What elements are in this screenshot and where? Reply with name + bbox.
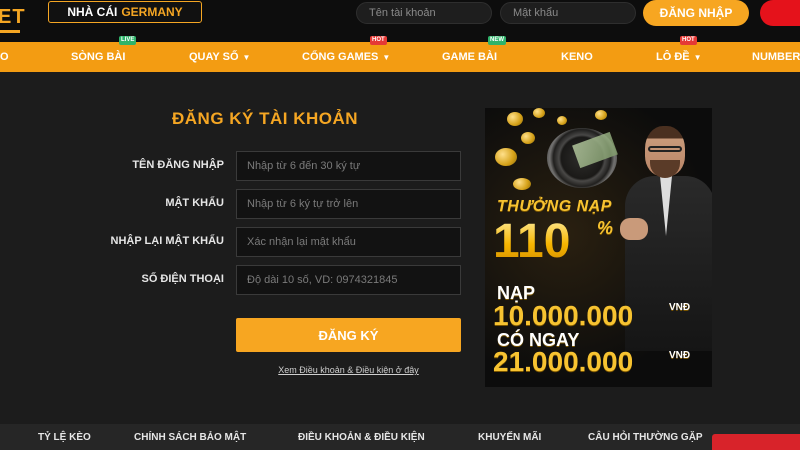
- promo-banner[interactable]: THƯỞNG NẠP 110 % NẠP 10.000.000 VNĐ CÓ N…: [485, 108, 712, 387]
- logo-underline: [0, 30, 20, 33]
- promo-percent: 110: [493, 215, 571, 268]
- nav-item-label: KENO: [561, 51, 593, 63]
- promo-currency: VNĐ: [669, 350, 691, 361]
- nav-item-label: QUAY SỐ: [189, 51, 239, 63]
- nav-item-quay-so[interactable]: QUAY SỐ ▼: [189, 42, 250, 72]
- nav-item-lo-de[interactable]: LÔ ĐỀ ▼ HOT: [656, 36, 702, 72]
- hot-badge: HOT: [680, 36, 697, 45]
- nav-item-partial[interactable]: O: [0, 42, 9, 72]
- new-badge: NEW: [488, 36, 506, 45]
- nav-item-song-bai[interactable]: SÒNG BÀI LIVE: [71, 36, 137, 72]
- register-form-title: ĐĂNG KÝ TÀI KHOẢN: [172, 109, 359, 128]
- nav-item-label: O: [0, 51, 9, 63]
- login-button-label: ĐĂNG NHẬP: [659, 6, 733, 20]
- register-submit-label: ĐĂNG KÝ: [318, 327, 379, 343]
- username-input[interactable]: [236, 151, 461, 181]
- logo-text: ET: [0, 6, 26, 28]
- chevron-down-icon: ▼: [693, 52, 702, 62]
- confirm-password-label: NHẬP LẠI MẬT KHẨU: [110, 235, 224, 247]
- nav-item-keno[interactable]: KENO: [561, 42, 593, 72]
- header-register-button[interactable]: [760, 0, 800, 26]
- register-submit-button[interactable]: ĐĂNG KÝ: [236, 318, 461, 352]
- nav-item-label: NUMBER: [752, 51, 800, 63]
- promo-currency: VNĐ: [669, 302, 691, 313]
- phone-input[interactable]: [236, 265, 461, 295]
- password-label: MẬT KHẨU: [165, 197, 224, 209]
- login-button[interactable]: ĐĂNG NHẬP: [643, 0, 749, 26]
- footer-link-faq[interactable]: CÂU HỎI THƯỜNG GẶP: [588, 432, 703, 443]
- footer-link-privacy[interactable]: CHÍNH SÁCH BẢO MẬT: [134, 432, 246, 443]
- site-logo[interactable]: ET: [0, 6, 26, 29]
- coin-icon: [533, 108, 545, 118]
- coin-icon: [513, 178, 531, 190]
- brand-prefix: NHÀ CÁI: [67, 5, 118, 19]
- brand-suffix: GERMANY: [121, 5, 183, 19]
- phone-label: SỐ ĐIỆN THOẠI: [141, 273, 224, 285]
- live-chat-tab[interactable]: [712, 434, 800, 450]
- promo-model-image: [620, 118, 712, 351]
- username-label: TÊN ĐĂNG NHẬP: [132, 159, 224, 171]
- chevron-down-icon: ▼: [382, 52, 391, 62]
- coin-icon: [507, 112, 523, 126]
- nav-item-label: SÒNG BÀI: [71, 51, 126, 63]
- promo-receive-amount: 21.000.000: [493, 346, 634, 377]
- coin-icon: [495, 148, 517, 166]
- chevron-down-icon: ▼: [242, 52, 251, 62]
- nav-item-label: GAME BÀI: [442, 51, 497, 63]
- nav-item-game-bai[interactable]: GAME BÀI NEW: [442, 36, 506, 72]
- brand-badge[interactable]: NHÀ CÁI GERMANY: [48, 1, 202, 23]
- nav-item-number[interactable]: NUMBER: [752, 42, 800, 72]
- main-nav: O SÒNG BÀI LIVE QUAY SỐ ▼ CỔNG GAMES ▼ H…: [0, 36, 800, 72]
- nav-item-label: CỔNG GAMES: [302, 51, 379, 63]
- footer-link-ty-le-keo[interactable]: TỶ LỆ KÈO: [38, 432, 91, 443]
- confirm-password-input[interactable]: [236, 227, 461, 257]
- terms-link[interactable]: Xem Điều khoản & Điều kiện ở đây: [236, 365, 461, 375]
- live-badge: LIVE: [119, 36, 137, 45]
- footer-link-terms[interactable]: ĐIỀU KHOẢN & ĐIỀU KIỆN: [298, 432, 425, 443]
- coin-icon: [595, 110, 607, 120]
- nav-item-label: LÔ ĐỀ: [656, 51, 690, 63]
- header-username-input[interactable]: [356, 2, 492, 24]
- header-password-input[interactable]: [500, 2, 636, 24]
- coin-icon: [521, 132, 535, 144]
- promo-deposit-amount: 10.000.000: [493, 300, 634, 331]
- coin-icon: [557, 116, 567, 125]
- promo-percent-sign: %: [597, 218, 614, 238]
- footer-link-promotions[interactable]: KHUYẾN MÃI: [478, 432, 541, 443]
- password-input[interactable]: [236, 189, 461, 219]
- footer-links: TỶ LỆ KÈO CHÍNH SÁCH BẢO MẬT ĐIỀU KHOẢN …: [0, 424, 800, 450]
- hot-badge: HOT: [370, 36, 387, 45]
- nav-item-cong-games[interactable]: CỔNG GAMES ▼ HOT: [302, 36, 391, 72]
